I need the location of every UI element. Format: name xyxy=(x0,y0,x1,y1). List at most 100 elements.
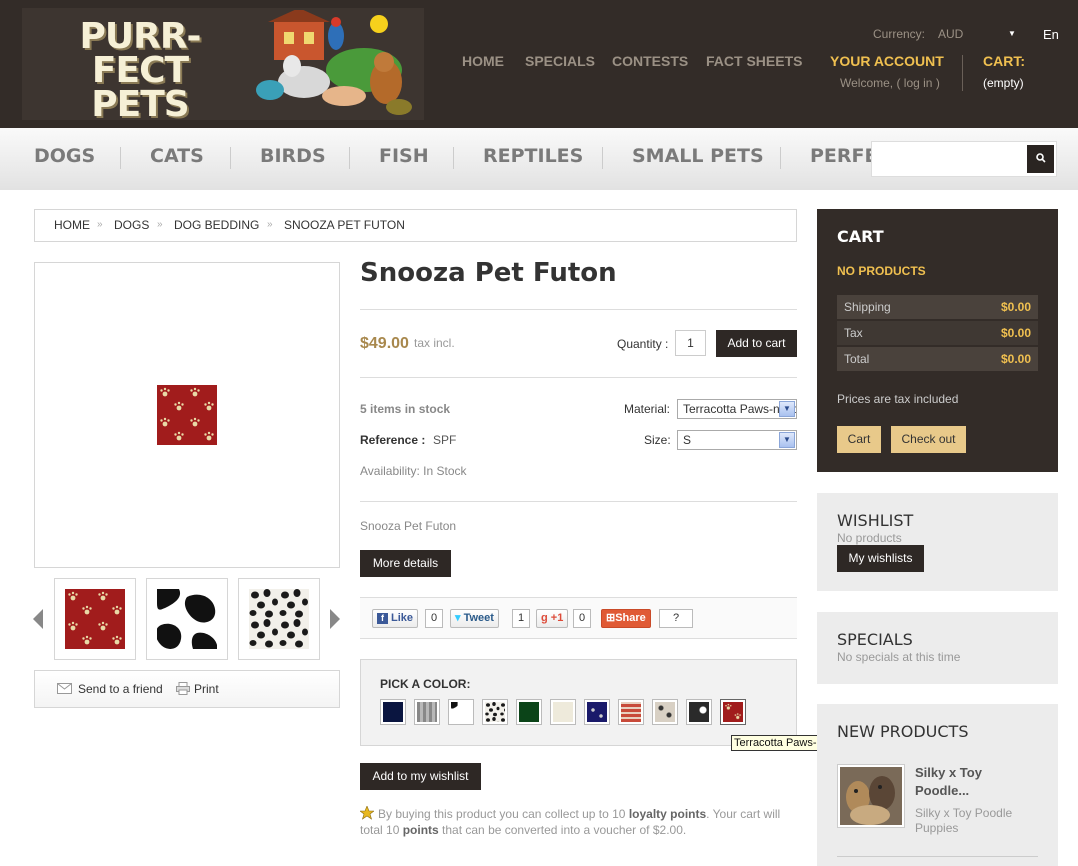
currency-label: Currency: xyxy=(873,27,926,41)
chevron-down-icon[interactable]: ▼ xyxy=(779,432,795,448)
material-select[interactable]: Terracotta Paws-n-Bones ▼ xyxy=(677,399,797,419)
cart-row-tax: Tax $0.00 xyxy=(837,321,1038,345)
nav-fact-sheets[interactable]: FACT SHEETS xyxy=(706,53,802,69)
thumbnail-image xyxy=(249,589,309,649)
caret-down-icon[interactable]: ▼ xyxy=(1008,29,1016,38)
puppies-image xyxy=(840,767,902,825)
product-thumbnail[interactable] xyxy=(238,578,320,660)
facebook-like-button[interactable]: f Like xyxy=(372,609,419,628)
header-cart-status: (empty) xyxy=(983,76,1024,90)
nav-home[interactable]: HOME xyxy=(462,53,504,69)
google-plus-icon: g xyxy=(541,612,548,624)
more-details-button[interactable]: More details xyxy=(360,550,451,577)
color-swatch-grey-cow[interactable] xyxy=(686,699,712,725)
availability-status: Availability: In Stock xyxy=(360,464,467,478)
thumb-prev-arrow-icon[interactable] xyxy=(33,609,43,629)
color-swatch-terracotta-paws[interactable] xyxy=(720,699,746,725)
language-selector[interactable]: En xyxy=(1043,27,1059,42)
category-fish[interactable]: FISH xyxy=(379,145,429,167)
my-wishlists-button[interactable]: My wishlists xyxy=(837,545,924,572)
tweet-button[interactable]: ▾ Tweet xyxy=(450,609,499,628)
checkout-button[interactable]: Check out xyxy=(891,426,966,453)
share-button[interactable]: ⊞Share xyxy=(601,609,651,628)
color-swatch-cow-print[interactable] xyxy=(448,699,474,725)
color-swatch-dalmatian[interactable] xyxy=(482,699,508,725)
print-link[interactable]: Print xyxy=(194,682,219,696)
color-swatch-red-plaid[interactable] xyxy=(618,699,644,725)
color-swatch-cream[interactable] xyxy=(550,699,576,725)
color-swatch-navy[interactable] xyxy=(380,699,406,725)
specials-title[interactable]: SPECIALS xyxy=(837,630,913,649)
search-button[interactable] xyxy=(1027,145,1054,173)
product-thumbnail[interactable] xyxy=(146,578,228,660)
color-swatch-green[interactable] xyxy=(516,699,542,725)
send-to-friend-link[interactable]: Send to a friend xyxy=(78,682,163,696)
product-price: $49.00 xyxy=(360,335,409,352)
short-description: Snooza Pet Futon xyxy=(360,519,457,533)
category-small-pets[interactable]: SMALL PETS xyxy=(632,145,764,167)
breadcrumb-dog-bedding[interactable]: DOG BEDDING xyxy=(174,218,259,232)
nav-contests[interactable]: CONTESTS xyxy=(612,53,688,69)
header-divider xyxy=(962,55,963,91)
chevron-down-icon[interactable]: ▼ xyxy=(779,401,795,417)
reference-label: Reference : xyxy=(360,433,426,447)
category-divider xyxy=(780,147,781,169)
category-divider xyxy=(120,147,121,169)
divider xyxy=(837,856,1038,857)
like-count: 0 xyxy=(425,609,444,628)
divider xyxy=(360,501,797,502)
share-count: ? xyxy=(659,609,693,628)
category-divider xyxy=(453,147,454,169)
cart-button[interactable]: Cart xyxy=(837,426,881,453)
new-product-thumbnail[interactable] xyxy=(837,764,905,828)
new-product-name[interactable]: Silky x Toy Poodle... xyxy=(915,764,1035,800)
divider xyxy=(360,309,797,310)
currency-select[interactable]: AUD xyxy=(938,27,963,41)
cart-block-title: CART xyxy=(837,227,884,246)
breadcrumb-separator-icon: » xyxy=(267,219,273,230)
category-dogs[interactable]: DOGS xyxy=(34,145,95,167)
category-cats[interactable]: CATS xyxy=(150,145,204,167)
search-icon xyxy=(1035,153,1046,163)
product-image-swatch xyxy=(157,385,217,445)
thumb-next-arrow-icon[interactable] xyxy=(330,609,340,629)
breadcrumb-home[interactable]: HOME xyxy=(54,218,90,232)
your-account-link[interactable]: YOUR ACCOUNT xyxy=(830,53,944,69)
category-birds[interactable]: BIRDS xyxy=(260,145,326,167)
color-swatch-grey-plaid[interactable] xyxy=(414,699,440,725)
wishlist-subtitle: No products xyxy=(837,531,902,545)
wishlist-title: WISHLIST xyxy=(837,511,914,530)
size-label: Size: xyxy=(644,433,671,447)
facebook-icon: f xyxy=(377,613,388,624)
add-to-cart-button[interactable]: Add to cart xyxy=(716,330,797,357)
login-link[interactable]: Welcome, ( log in ) xyxy=(840,76,940,90)
twitter-bird-icon: ▾ xyxy=(455,612,461,624)
site-logo[interactable]: PURR-FECT PETS xyxy=(22,8,424,125)
new-products-title[interactable]: NEW PRODUCTS xyxy=(837,722,968,741)
color-swatch-blue-paws[interactable] xyxy=(584,699,610,725)
color-swatch-leopard[interactable] xyxy=(652,699,678,725)
prices-tax-note: Prices are tax included xyxy=(837,392,959,406)
size-select-value: S xyxy=(683,433,692,447)
plus-one-count: 0 xyxy=(573,609,592,628)
add-to-wishlist-button[interactable]: Add to my wishlist xyxy=(360,763,481,790)
category-divider xyxy=(230,147,231,169)
quantity-input[interactable]: 1 xyxy=(675,330,706,356)
category-reptiles[interactable]: REPTILES xyxy=(483,145,583,167)
quantity-label: Quantity : xyxy=(617,337,669,351)
size-select[interactable]: S ▼ xyxy=(677,430,797,450)
printer-icon xyxy=(176,682,190,695)
tweet-count: 1 xyxy=(512,609,531,628)
logo-text: PURR-FECT PETS xyxy=(79,16,202,125)
thumbnail-image xyxy=(65,589,125,649)
product-title: Snooza Pet Futon xyxy=(360,258,617,288)
breadcrumb-dogs[interactable]: DOGS xyxy=(114,218,149,232)
category-divider xyxy=(349,147,350,169)
product-thumbnail[interactable] xyxy=(54,578,136,660)
google-plus-one-button[interactable]: g +1 xyxy=(536,609,569,628)
nav-specials[interactable]: SPECIALS xyxy=(525,53,595,69)
new-product-description: Silky x Toy Poodle Puppies xyxy=(915,806,1013,835)
header-cart-link[interactable]: CART: xyxy=(983,53,1025,69)
material-label: Material: xyxy=(624,402,671,416)
breadcrumb-separator-icon: » xyxy=(97,219,103,230)
